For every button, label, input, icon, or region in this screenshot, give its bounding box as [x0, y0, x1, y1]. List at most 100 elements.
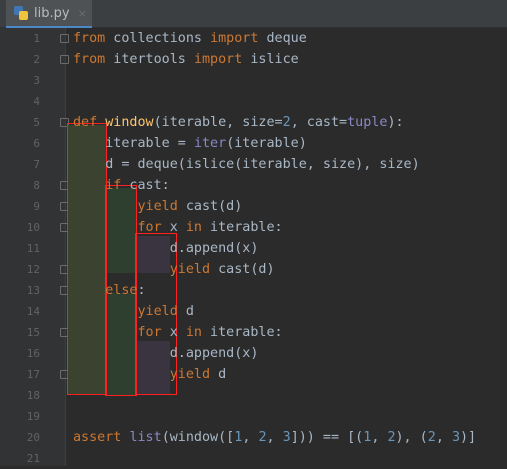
code-token: for: [137, 220, 162, 235]
line-number: 3: [33, 74, 40, 87]
code-editor[interactable]: from collections import deque from iterto…: [67, 28, 507, 466]
code-line: yield d: [73, 364, 226, 385]
line-number: 20: [26, 431, 40, 444]
line-number: 5: [33, 116, 40, 129]
code-token: d: [177, 304, 194, 319]
tab-close-icon[interactable]: ×: [78, 7, 87, 20]
code-token: (iterable): [226, 136, 307, 151]
code-token: else: [105, 283, 138, 298]
code-token: ), (: [395, 430, 428, 445]
code-line: d.append(x): [73, 238, 259, 259]
code-token: if: [105, 178, 122, 193]
tab-lib-py[interactable]: lib.py ×: [6, 0, 92, 28]
code-token: d: [210, 367, 227, 382]
code-token: 2: [387, 430, 396, 445]
code-line: from itertools import islice: [73, 49, 299, 70]
code-token: 2: [427, 430, 436, 445]
code-token: 3: [282, 430, 291, 445]
code-token: ,: [371, 430, 388, 445]
code-token: iter: [193, 136, 227, 151]
line-number-gutter: 1 2 3 4 5 6 7 8 9 10 11 12 13 14 15 16 17 18 19 20 21: [0, 28, 69, 466]
line-number: 17: [26, 368, 40, 381]
line-number: 14: [26, 305, 40, 318]
code-token: cast(d): [177, 199, 243, 214]
code-token: 2: [282, 115, 291, 130]
code-line: d.append(x): [73, 343, 259, 364]
code-line: from collections import deque: [73, 28, 307, 49]
code-token: x: [161, 325, 186, 340]
line-number: 6: [33, 137, 40, 150]
line-number: 12: [26, 263, 40, 276]
code-token: yield: [169, 262, 211, 277]
code-token: (window([: [161, 430, 235, 445]
code-token: itertools: [105, 52, 194, 67]
fold-marker-icon[interactable]: [60, 34, 69, 43]
code-token: ,: [242, 430, 259, 445]
line-number: 4: [33, 95, 40, 108]
code-token: def: [73, 115, 98, 130]
code-line: yield cast(d): [73, 259, 275, 280]
code-token: iterable:: [202, 325, 283, 340]
code-token: )]: [460, 430, 477, 445]
code-token: x: [161, 220, 186, 235]
line-number: 11: [26, 242, 40, 255]
code-line: assert list(window([1, 2, 3])) == [(1, 2…: [73, 427, 476, 448]
code-token: in: [185, 325, 202, 340]
code-token: :: [137, 283, 146, 298]
code-token: (iterable, size=: [153, 115, 283, 130]
code-token: 3: [451, 430, 460, 445]
code-line: yield cast(d): [73, 196, 243, 217]
code-token: yield: [137, 304, 178, 319]
code-token: d.append(x): [73, 241, 259, 256]
line-number: 18: [26, 389, 40, 402]
code-token: , cast=: [290, 115, 348, 130]
code-token: yield: [137, 199, 178, 214]
tab-bar: lib.py ×: [0, 0, 507, 28]
code-token: ):: [387, 115, 404, 130]
code-token: ,: [435, 430, 452, 445]
code-token: d.append(x): [73, 346, 259, 361]
code-token: list: [129, 430, 162, 445]
fold-marker-icon[interactable]: [60, 55, 69, 64]
code-token: ])) == [(: [290, 430, 364, 445]
code-token: for: [137, 325, 162, 340]
line-number: 7: [33, 158, 40, 171]
code-token: in: [185, 220, 202, 235]
code-token: yield: [169, 367, 211, 382]
code-token: cast:: [121, 178, 170, 193]
line-number: 9: [33, 200, 40, 213]
tab-filename: lib.py: [34, 5, 70, 21]
code-line: def window(iterable, size=2, cast=tuple)…: [73, 112, 404, 133]
code-token: ,: [266, 430, 283, 445]
code-token: 2: [258, 430, 267, 445]
code-line: iterable = iter(iterable): [73, 133, 307, 154]
line-number: 10: [26, 221, 40, 234]
code-token: assert: [73, 430, 122, 445]
line-number: 15: [26, 326, 40, 339]
code-token: window: [105, 115, 154, 130]
code-token: collections: [105, 31, 211, 46]
line-number: 16: [26, 347, 40, 360]
code-token: from: [73, 52, 106, 67]
line-number: 19: [26, 410, 40, 423]
code-token: cast(d): [210, 262, 275, 277]
code-line: if cast:: [73, 175, 170, 196]
code-token: tuple: [347, 115, 388, 130]
code-line: d = deque(islice(iterable, size), size): [73, 154, 420, 175]
code-token: d = deque(islice(iterable, size), size): [73, 157, 420, 172]
line-number: 8: [33, 179, 40, 192]
code-line: else:: [73, 280, 146, 301]
python-file-icon: [14, 6, 28, 20]
code-token: iterable =: [73, 136, 194, 151]
code-token: import: [193, 52, 243, 67]
code-line: yield d: [73, 301, 194, 322]
code-line: for x in iterable:: [73, 322, 283, 343]
code-token: islice: [242, 52, 299, 67]
